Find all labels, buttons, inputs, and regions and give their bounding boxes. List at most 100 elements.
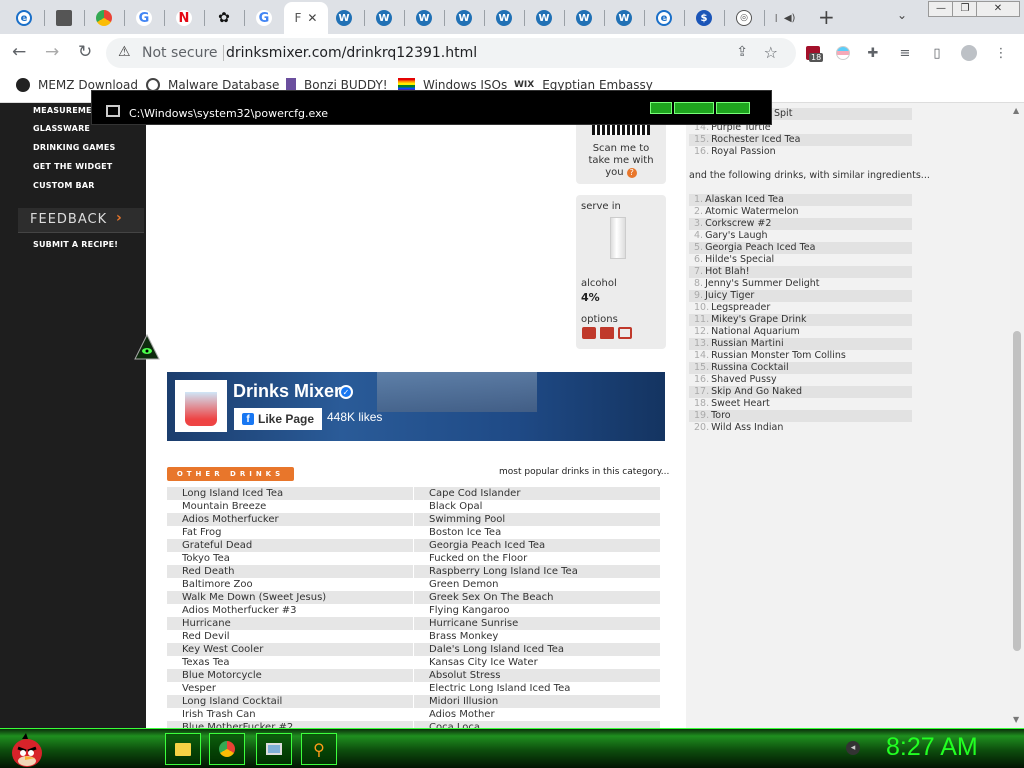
tab-drinksmixer-active[interactable]: F ✕ [284, 2, 328, 34]
like-page-button[interactable]: f Like Page [234, 408, 322, 430]
forward-arrow-icon[interactable]: → [45, 42, 59, 62]
drink-name[interactable]: Sweet Heart [711, 398, 770, 409]
drink-name[interactable]: Juicy Tiger [705, 290, 754, 301]
drink-link[interactable]: Kansas City Ice Water [414, 656, 660, 669]
tab-chrome[interactable] [90, 4, 118, 32]
list-item[interactable]: 15. Russina Cocktail [689, 362, 912, 374]
drink-link[interactable]: Mountain Breeze [167, 500, 413, 513]
tab-paw[interactable]: ✿ [210, 4, 238, 32]
drink-link[interactable]: Boston Ice Tea [414, 526, 660, 539]
drink-link[interactable]: Hurricane [167, 617, 413, 630]
url-text[interactable]: drinksmixer.com/drinkrq12391.html [226, 45, 477, 61]
more-menu-icon[interactable]: ⋮ [992, 44, 1010, 62]
drink-link[interactable]: Long Island Iced Tea [167, 487, 413, 500]
drink-link[interactable]: Raspberry Long Island Ice Tea [414, 565, 660, 578]
drink-link[interactable]: Flying Kangaroo [414, 604, 660, 617]
tab-wordpress-1[interactable]: W [330, 4, 358, 32]
console-minimize-button[interactable] [650, 102, 672, 114]
list-item[interactable]: 14. Russian Monster Tom Collins [689, 350, 912, 362]
nav-custom-bar[interactable]: CUSTOM BAR [33, 181, 95, 190]
list-item[interactable]: 6. Hilde's Special [689, 254, 912, 266]
list-item[interactable]: 20. Wild Ass Indian [689, 422, 912, 434]
tab-netflix[interactable]: N [170, 4, 198, 32]
drink-link[interactable]: Texas Tea [167, 656, 413, 669]
drink-name[interactable]: Russina Cocktail [711, 362, 789, 373]
console-close-button[interactable] [716, 102, 750, 114]
drink-link[interactable]: Walk Me Down (Sweet Jesus) [167, 591, 413, 604]
save-disk-icon[interactable] [600, 327, 614, 339]
warning-icon[interactable]: ⚠ [118, 44, 131, 60]
facebook-page-name[interactable]: Drinks Mixer [233, 381, 341, 402]
tab-ie-2[interactable]: e [650, 4, 678, 32]
list-item[interactable]: 11. Mikey's Grape Drink [689, 314, 912, 326]
list-item[interactable]: 10. Legspreader [689, 302, 912, 314]
print-icon[interactable] [582, 327, 596, 339]
taskbar-search[interactable]: ⚲ [301, 733, 337, 765]
nav-get-the-widget[interactable]: GET THE WIDGET [33, 162, 112, 171]
drink-name[interactable]: National Aquarium [711, 326, 800, 337]
drink-link[interactable]: Georgia Peach Iced Tea [414, 539, 660, 552]
drink-link[interactable]: Key West Cooler [167, 643, 413, 656]
restore-button[interactable]: ❐ [952, 1, 978, 17]
list-item[interactable]: 1. Alaskan Iced Tea [689, 194, 912, 206]
drink-name[interactable]: Gary's Laugh [705, 230, 767, 241]
tab-wordpress-5[interactable]: W [490, 4, 518, 32]
submit-recipe-link[interactable]: SUBMIT A RECIPE! [33, 240, 118, 249]
drink-link[interactable]: Black Opal [414, 500, 660, 513]
help-icon[interactable]: ? [626, 168, 637, 178]
drink-link[interactable]: Vesper [167, 682, 413, 695]
add-to-bar-icon[interactable] [618, 327, 632, 339]
flag-extension-icon[interactable] [834, 44, 852, 62]
address-bar[interactable]: ⚠ Not secure drinksmixer.com/drinkrq1239… [106, 38, 796, 68]
tab-search-chevron-icon[interactable]: ⌄ [897, 8, 907, 22]
drink-link[interactable]: Long Island Cocktail [167, 695, 413, 708]
drink-link[interactable]: Irish Trash Can [167, 708, 413, 721]
drink-name[interactable]: Legspreader [711, 302, 770, 313]
page-scrollbar[interactable]: ▲ ▼ [1010, 103, 1024, 728]
bookmark-star-icon[interactable]: ☆ [764, 43, 778, 62]
drink-name[interactable]: Skip And Go Naked [711, 386, 802, 397]
facebook-page-banner[interactable]: Drinks Mixer ✓ f Like Page 448K likes [167, 372, 665, 441]
tab-wordpress-4[interactable]: W [450, 4, 478, 32]
drink-link[interactable]: Red Devil [167, 630, 413, 643]
scroll-up-icon[interactable]: ▲ [1013, 106, 1019, 115]
tab-google-2[interactable]: G [250, 4, 278, 32]
drink-name[interactable]: Rochester Iced Tea [711, 134, 800, 145]
extension-shield-icon[interactable]: 18 [804, 44, 824, 62]
drink-link[interactable]: Grateful Dead [167, 539, 413, 552]
drink-link[interactable]: Brass Monkey [414, 630, 660, 643]
feedback-button[interactable]: FEEDBACK › [18, 208, 144, 233]
list-item[interactable]: 9. Juicy Tiger [689, 290, 912, 302]
drink-link[interactable]: Baltimore Zoo [167, 578, 413, 591]
list-item[interactable]: 19. Toro [689, 410, 912, 422]
profile-avatar-icon[interactable] [960, 44, 978, 62]
powercfg-console-window[interactable]: C:\Windows\system32\powercfg.exe [91, 90, 772, 125]
drink-link[interactable]: Coca Loca [414, 721, 660, 728]
drink-link[interactable]: Adios Motherfucker #3 [167, 604, 413, 617]
drink-name[interactable]: Royal Passion [711, 146, 776, 157]
drink-link[interactable]: Hurricane Sunrise [414, 617, 660, 630]
drink-link[interactable]: Green Demon [414, 578, 660, 591]
drink-name[interactable]: Wild Ass Indian [711, 422, 783, 433]
tab-dollar[interactable]: $ [690, 4, 718, 32]
drink-link[interactable]: Greek Sex On The Beach [414, 591, 660, 604]
taskbar-clock[interactable]: 8:27 AM [886, 733, 978, 762]
drink-link[interactable]: Absolut Stress [414, 669, 660, 682]
list-item[interactable]: 15. Rochester Iced Tea [689, 134, 912, 146]
taskbar-monitor[interactable] [256, 733, 292, 765]
side-panel-icon[interactable]: ▯ [928, 44, 946, 62]
tab-audio[interactable]: I ◀) [768, 4, 802, 32]
security-label[interactable]: Not secure [142, 45, 218, 61]
nav-measurements[interactable]: MEASUREMEN [33, 106, 99, 115]
taskbar-chrome[interactable] [209, 733, 245, 765]
new-tab-button[interactable]: + [818, 5, 835, 29]
drink-link[interactable]: Fucked on the Floor [414, 552, 660, 565]
tab-wordpress-2[interactable]: W [370, 4, 398, 32]
minimize-button[interactable]: — [928, 1, 954, 17]
puzzle-icon[interactable]: ✚ [864, 44, 882, 62]
nav-drinking-games[interactable]: DRINKING GAMES [33, 143, 115, 152]
drink-name[interactable]: Alaskan Iced Tea [705, 194, 784, 205]
drink-name[interactable]: Toro [711, 410, 731, 421]
start-button-angry-bird-icon[interactable] [8, 729, 46, 768]
drink-name[interactable]: Hilde's Special [705, 254, 774, 265]
